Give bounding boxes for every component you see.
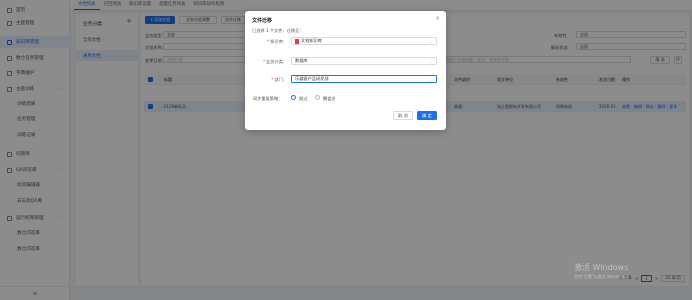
chevron-down-icon: ⌵: [429, 58, 433, 64]
confirm-button[interactable]: 确 定: [417, 111, 437, 120]
windows-activation-watermark: 激活 Windows 转到"设置"以激活 Windows。: [574, 263, 629, 279]
category-select[interactable]: 数据库 ⌵: [291, 57, 437, 65]
skip-radio[interactable]: [291, 95, 296, 100]
department-label: *部门：: [271, 77, 287, 82]
kb-select[interactable]: 文档知识库 ⌵: [291, 37, 437, 45]
strategy-label: 同步重复策略：: [253, 96, 283, 101]
department-select[interactable]: 乐器客户品研发部 ⌵: [291, 75, 437, 83]
overwrite-radio-label[interactable]: 覆盖名: [323, 96, 336, 102]
dialog-title: 文件迁移: [252, 18, 273, 24]
chevron-down-icon: ⌵: [429, 38, 433, 44]
selection-info: 已选择 1 个文件，迁移至：: [252, 28, 304, 33]
kb-label: *知识库：: [267, 39, 287, 44]
cancel-button[interactable]: 取 消: [393, 111, 413, 120]
overwrite-radio[interactable]: [315, 95, 320, 100]
document-icon: [295, 38, 299, 44]
move-file-dialog: 文件迁移 × 已选择 1 个文件，迁移至： *知识库： 文档知识库 ⌵ *业务分类…: [245, 11, 446, 130]
close-icon[interactable]: ×: [435, 15, 440, 22]
category-label: *业务分类：: [262, 59, 287, 64]
chevron-down-icon: ⌵: [429, 76, 433, 82]
skip-radio-label[interactable]: 跳过: [299, 96, 307, 102]
